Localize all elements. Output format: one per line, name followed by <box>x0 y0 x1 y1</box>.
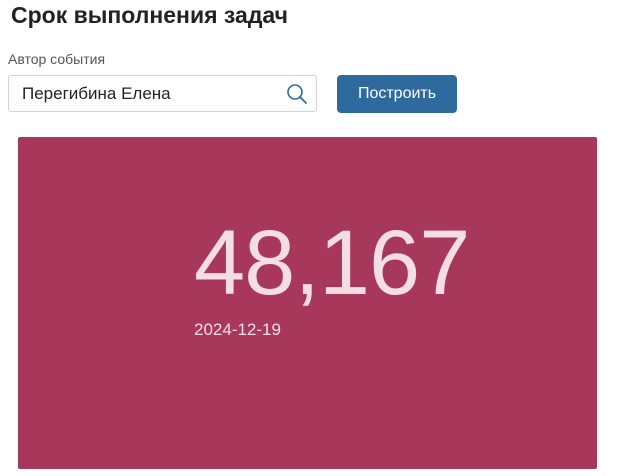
author-search-input[interactable] <box>9 76 279 111</box>
author-field-label: Автор события <box>8 51 106 67</box>
metric-date: 2024-12-19 <box>194 320 281 339</box>
build-button[interactable]: Построить <box>337 75 457 113</box>
page-title: Срок выполнения задач <box>11 2 288 28</box>
author-search-box <box>8 75 317 112</box>
page: Срок выполнения задач Автор события Пост… <box>0 0 629 476</box>
metric-card: 48,167 2024-12-19 <box>18 137 597 469</box>
metric-value: 48,167 <box>194 212 470 314</box>
search-icon[interactable] <box>286 83 308 105</box>
